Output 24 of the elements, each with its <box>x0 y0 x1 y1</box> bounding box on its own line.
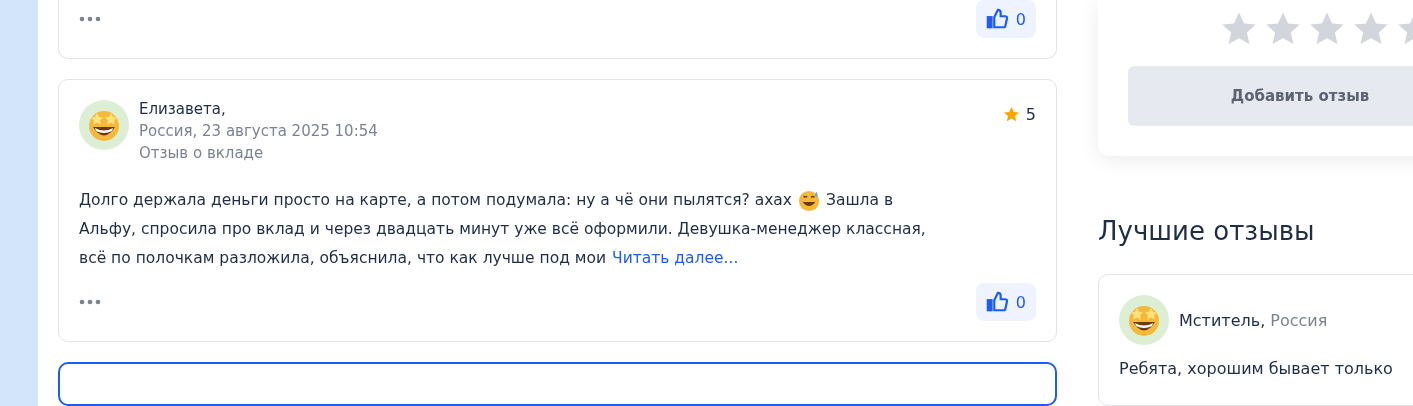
like-button[interactable]: 0 <box>975 283 1036 321</box>
review-topic: Отзыв о вкладе <box>139 144 265 162</box>
author-name: Мститель, <box>1179 310 1266 330</box>
grin-sweat-icon <box>798 189 820 212</box>
author-name: Елизавета, <box>139 100 227 118</box>
review-text: Ребята, хорошим бывает только <box>1119 359 1394 378</box>
thumbs-up-icon <box>985 8 1008 30</box>
more-icon[interactable] <box>79 299 101 305</box>
review-text: Долго держала деньги просто на карте, а потом подумала: ну а чё они пылятся? ахах <box>79 190 792 211</box>
more-icon[interactable] <box>79 16 101 22</box>
review-text: Альфу, спросила про вклад и через двадцать минут уже всё оформили. Девушка-менеджер классная, <box>79 219 926 240</box>
section-title: Лучшие отзывы <box>1098 216 1316 246</box>
read-more-link[interactable]: Читать далее... <box>612 244 739 273</box>
star-eyes-face-icon <box>79 100 129 150</box>
thumbs-up-icon <box>985 291 1008 313</box>
review-text: Зашла в <box>826 190 894 211</box>
like-button[interactable]: 0 <box>975 0 1036 38</box>
review-text: всё по полочкам разложила, объяснила, что как лучше под мои <box>79 248 607 269</box>
star-eyes-face-icon <box>1119 295 1169 345</box>
add-review-button[interactable]: Добавить отзыв <box>1128 66 1413 126</box>
star-icon <box>1002 106 1020 123</box>
author-country: Россия <box>1270 310 1328 330</box>
rating-value: 5 <box>1025 105 1036 124</box>
review-date: Россия, 23 августа 2025 10:54 <box>139 122 379 140</box>
